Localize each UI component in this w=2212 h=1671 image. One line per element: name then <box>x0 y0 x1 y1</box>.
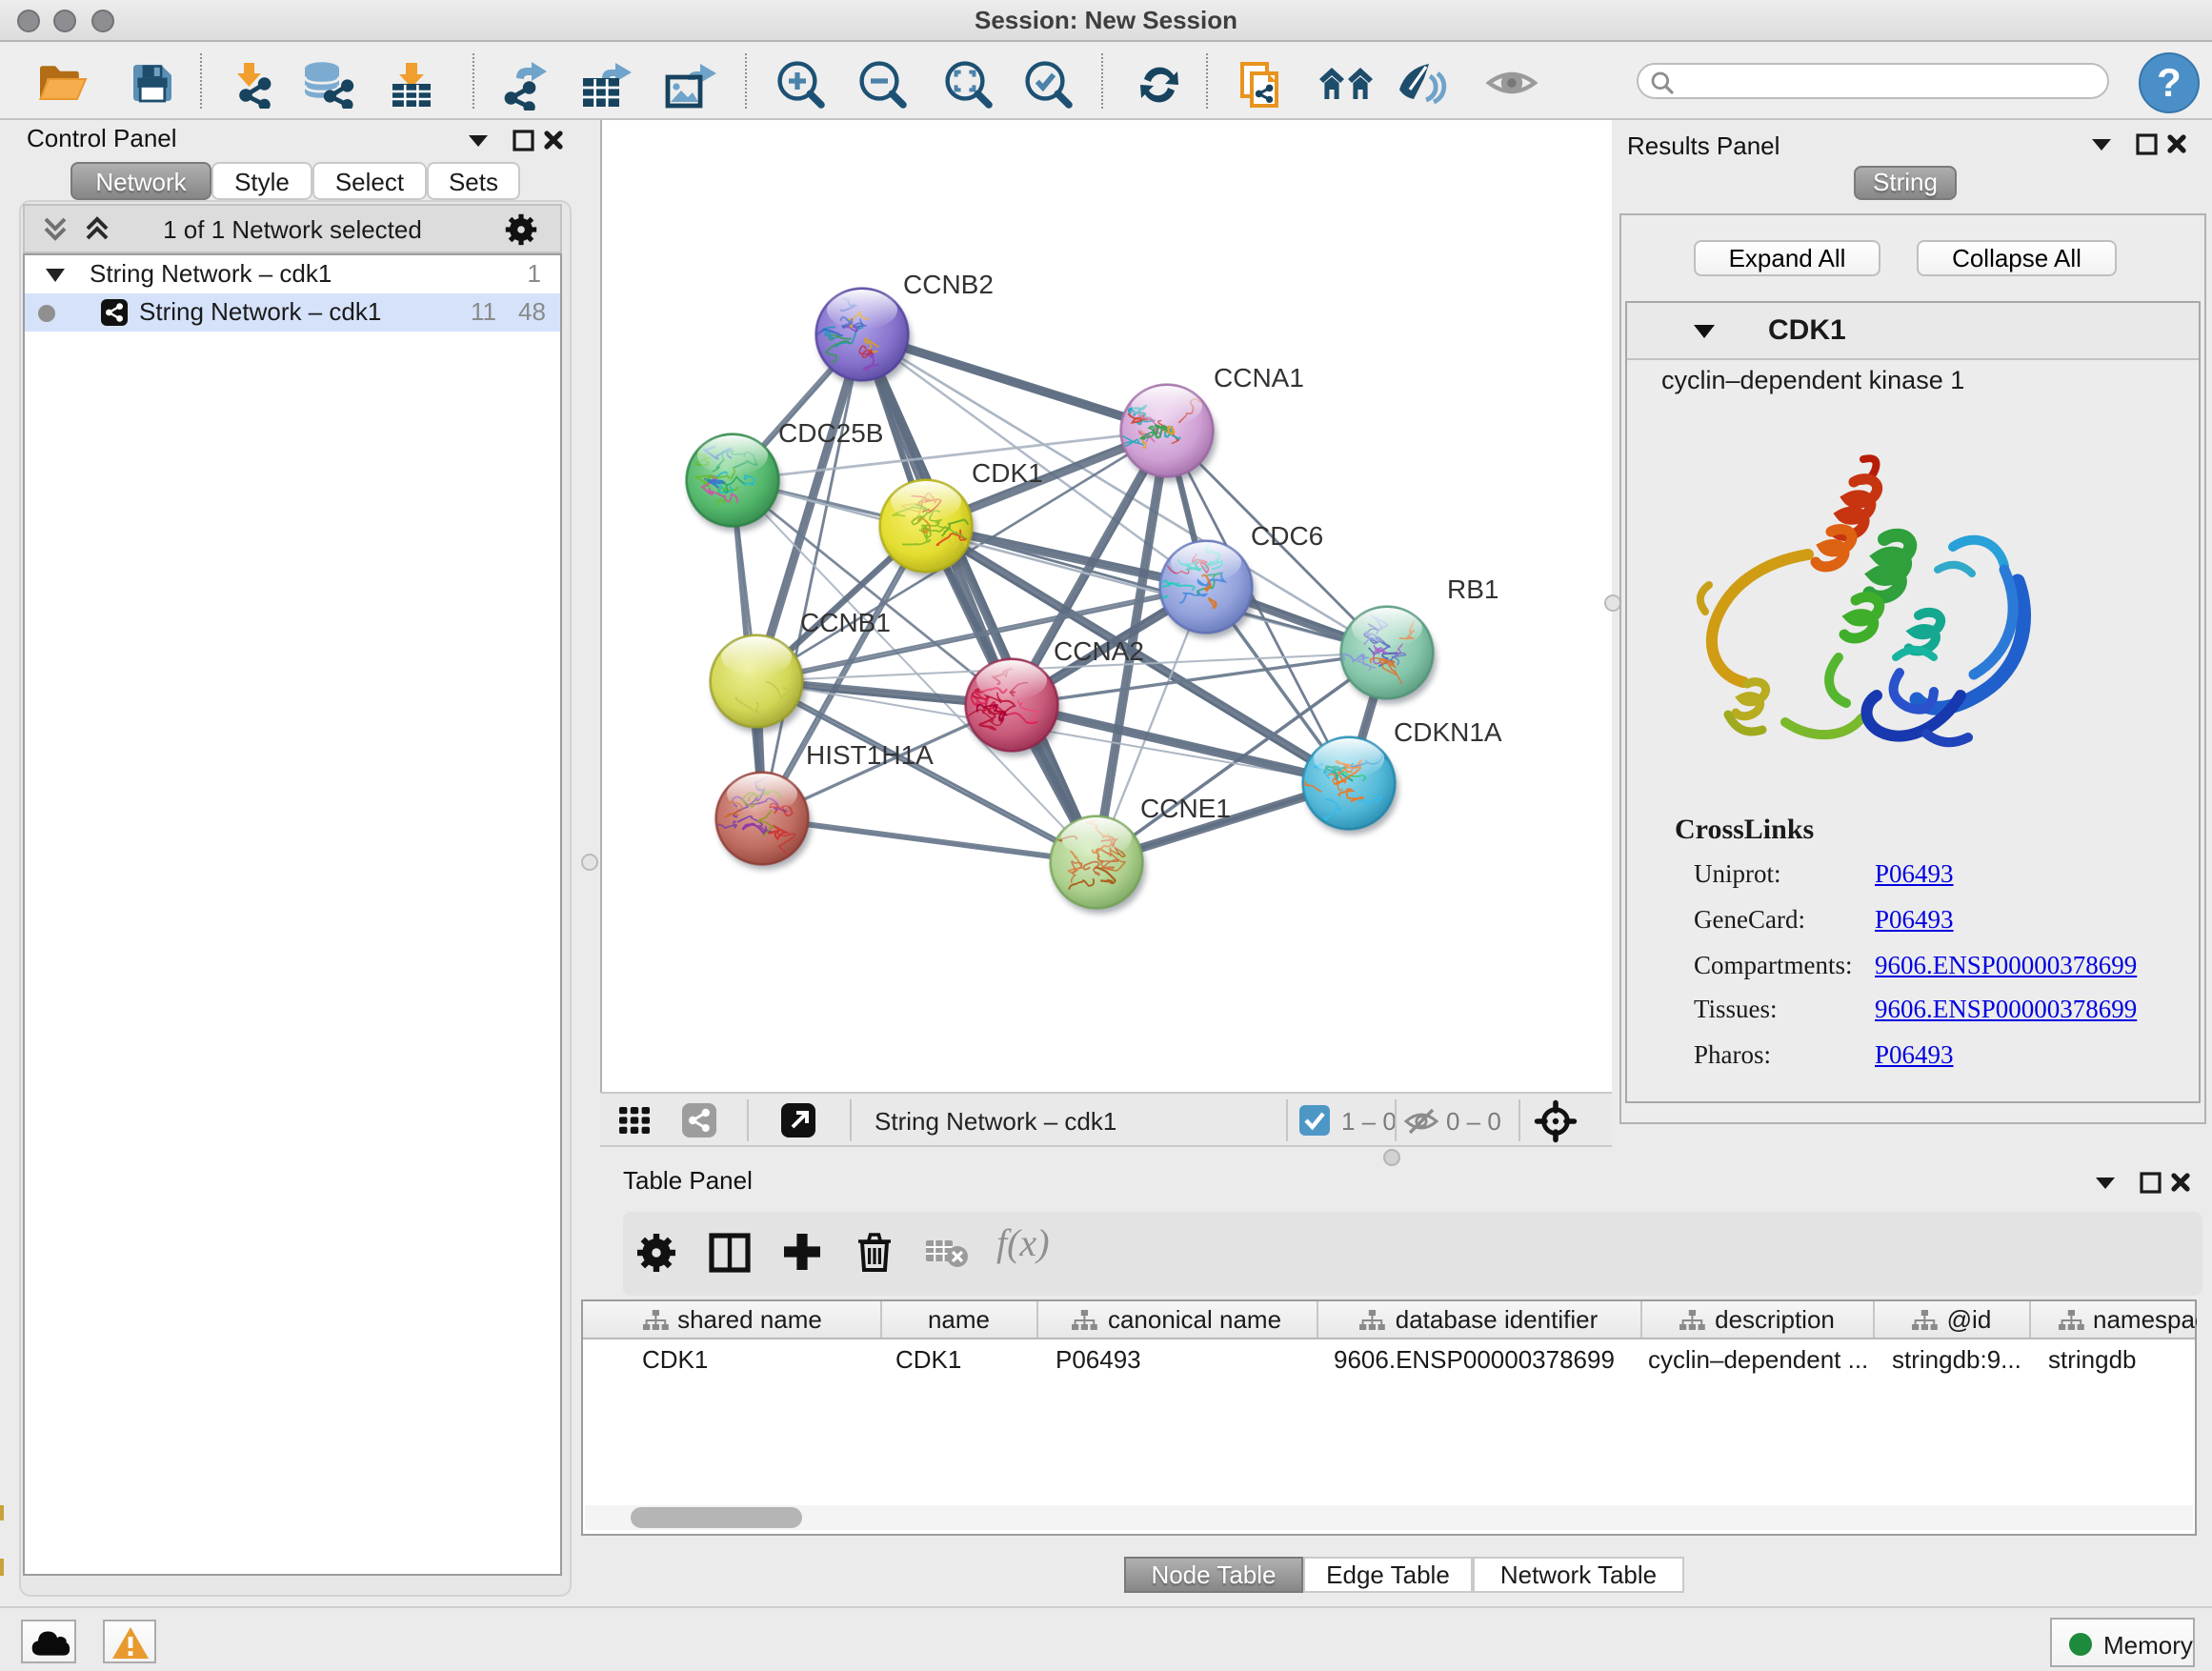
svg-text:CCNA1: CCNA1 <box>1214 363 1304 393</box>
svg-text:RB1: RB1 <box>1447 574 1498 604</box>
svg-text:?: ? <box>2157 60 2182 105</box>
svg-text:CCNB1: CCNB1 <box>800 608 891 637</box>
svg-text:CCNB2: CCNB2 <box>903 270 994 299</box>
svg-text:CCNA2: CCNA2 <box>1054 636 1144 666</box>
svg-text:CCNE1: CCNE1 <box>1140 794 1231 823</box>
svg-text:CDC6: CDC6 <box>1251 521 1323 551</box>
svg-text:CDKN1A: CDKN1A <box>1394 717 1502 747</box>
svg-text:CDK1: CDK1 <box>972 458 1043 488</box>
svg-text:CDC25B: CDC25B <box>778 418 883 448</box>
svg-text:HIST1H1A: HIST1H1A <box>806 740 934 770</box>
